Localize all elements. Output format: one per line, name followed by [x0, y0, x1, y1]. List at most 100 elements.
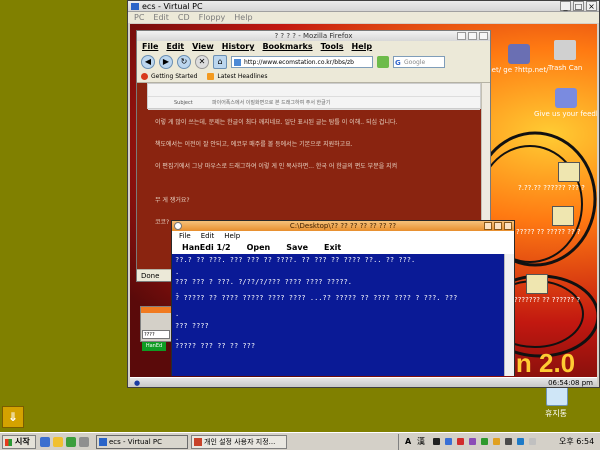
text-line: . — [175, 268, 180, 276]
hanedi-scrollbar[interactable] — [504, 254, 514, 376]
recycle-bin-icon[interactable] — [546, 386, 568, 406]
text-line: ??? ???? — [175, 322, 209, 330]
rss-icon — [207, 73, 215, 80]
ff-menu-edit[interactable]: Edit — [166, 41, 184, 53]
back-arrow-icon[interactable]: ◀ — [141, 55, 155, 69]
bluetooth-icon[interactable] — [517, 438, 524, 445]
ff-minimize-button[interactable] — [457, 32, 466, 40]
he-maximize-button[interactable] — [494, 222, 502, 230]
feedback-icon[interactable] — [555, 88, 577, 108]
desktop-quicklaunch-icon[interactable] — [79, 437, 89, 447]
firefox-title: ? ? ? ? - Mozilla Firefox — [274, 32, 353, 40]
text-line: . — [175, 334, 180, 342]
input-language[interactable]: A — [405, 434, 411, 450]
start-label: 시작 — [15, 437, 30, 446]
hanedi-titlebar[interactable]: C:\Desktop\?? ?? ?? ?? ?? ?? ?? — [172, 221, 514, 231]
recycle-bin-label: 휴지통 — [544, 409, 568, 418]
post-paragraph: 책도에서는 이전이 잘 안되고, 에코부 매주를 볼 등에서는 기본으로 지원하… — [155, 141, 353, 148]
ff-close-button[interactable] — [479, 32, 488, 40]
close-button[interactable]: × — [586, 1, 597, 11]
expand-arrow-icon[interactable]: ⇓ — [2, 406, 24, 428]
open-button[interactable]: Open — [247, 242, 271, 254]
shield-icon[interactable] — [493, 438, 500, 445]
text-line: . — [175, 310, 180, 318]
reload-icon[interactable]: ↻ — [177, 55, 191, 69]
address-text: http://www.ecomstation.co.kr/bbs/zb — [244, 59, 354, 66]
ff-menu-help[interactable]: Help — [352, 41, 373, 53]
network-icon[interactable] — [445, 438, 452, 445]
task-personalize[interactable]: 개인 설정 사용자 지정... — [191, 435, 287, 449]
firefox-titlebar[interactable]: ? ? ? ? - Mozilla Firefox — [137, 31, 490, 41]
menu-edit[interactable]: Edit — [153, 12, 169, 23]
guest-clock: 06:54:08 pm — [548, 379, 593, 387]
save-button[interactable]: Save — [286, 242, 308, 254]
form-row-subject: Subject 파이어폭스에서 이질화면으로 본 드래그하여 주서 한글기 — [148, 97, 480, 110]
ime-icon[interactable] — [433, 438, 440, 445]
windows-logo-icon — [5, 439, 12, 446]
home-icon[interactable]: ⌂ — [213, 55, 227, 69]
go-button[interactable] — [377, 56, 389, 68]
hanedi-tag[interactable]: HanEd — [142, 342, 166, 351]
ie-quicklaunch-icon[interactable] — [40, 437, 50, 447]
text-line: ? ????? ?? ???? ????? ???? ???? ...?? ??… — [175, 294, 458, 302]
he-menu-file[interactable]: File — [179, 231, 191, 242]
app-tray-icon[interactable] — [469, 438, 476, 445]
feedback-label: Give us your feedback ! — [534, 110, 597, 118]
hanedi-text-area[interactable]: ??.? ?? ???. ??? ??? ?? ????. ?? ??? ?? … — [172, 254, 505, 376]
mini-combo-box[interactable]: ???? — [142, 330, 170, 339]
guest-taskbar: ● 06:54:08 pm — [130, 377, 597, 387]
he-close-button[interactable] — [504, 222, 512, 230]
firefox-bookmark-icon — [141, 73, 148, 80]
document-label-1: ?.??.?? ?????? ??? ? — [518, 184, 585, 192]
guest-start-icon[interactable]: ● — [134, 378, 140, 387]
menu-pc[interactable]: PC — [134, 12, 144, 23]
hanja-toggle[interactable]: 漢 — [417, 434, 425, 450]
ff-menu-history[interactable]: History — [222, 41, 255, 53]
google-icon: G — [395, 59, 401, 67]
start-button[interactable]: 시작 — [2, 435, 36, 449]
exit-button[interactable]: Exit — [324, 242, 341, 254]
document-icon-2[interactable] — [552, 206, 574, 226]
media-quicklaunch-icon[interactable] — [66, 437, 76, 447]
trash-can-icon[interactable] — [554, 40, 576, 60]
maximize-button[interactable]: □ — [573, 1, 584, 11]
menu-help[interactable]: Help — [234, 12, 252, 23]
task-label: 개인 설정 사용자 지정... — [204, 438, 276, 446]
bookmark-getting-started[interactable]: Getting Started — [141, 71, 197, 82]
he-minimize-button[interactable] — [484, 222, 492, 230]
address-bar[interactable]: http://www.ecomstation.co.kr/bbs/zb — [231, 56, 373, 68]
stop-icon[interactable]: ✕ — [195, 55, 209, 69]
he-menu-edit[interactable]: Edit — [201, 231, 215, 242]
ff-menu-tools[interactable]: Tools — [321, 41, 344, 53]
security-icon[interactable] — [457, 438, 464, 445]
host-taskbar: 시작 ecs - Virtual PC 개인 설정 사용자 지정... A 漢 … — [0, 432, 600, 450]
ff-maximize-button[interactable] — [468, 32, 477, 40]
minimize-button[interactable]: _ — [560, 1, 571, 11]
url-shortcut-icon[interactable] — [508, 44, 530, 64]
task-virtual-pc[interactable]: ecs - Virtual PC — [96, 435, 188, 449]
vpc-titlebar[interactable]: ecs - Virtual PC _ □ × — [128, 1, 599, 12]
post-form: Subject 파이어폭스에서 이질화면으로 본 드래그하여 주서 한글기 — [147, 83, 481, 110]
folder-quicklaunch-icon[interactable] — [53, 437, 63, 447]
document-label-3: ??????? ?? ?????? ? — [514, 296, 581, 304]
document-icon-1[interactable] — [558, 162, 580, 182]
document-label-2: ????? ?? ????? ?? ? — [516, 228, 581, 236]
document-icon-3[interactable] — [526, 274, 548, 294]
usb-icon[interactable] — [529, 438, 536, 445]
hanedi-title: C:\Desktop\?? ?? ?? ?? ?? ?? ?? — [289, 222, 397, 230]
menu-floppy[interactable]: Floppy — [199, 12, 226, 23]
menu-cd[interactable]: CD — [178, 12, 190, 23]
ff-menu-bookmarks[interactable]: Bookmarks — [262, 41, 312, 53]
text-line: ??? ??? ? ???. ?/??/?/??? ???? ???? ????… — [175, 278, 353, 286]
subject-label: Subject — [174, 100, 193, 106]
ff-menu-view[interactable]: View — [192, 41, 214, 53]
ff-menu-file[interactable]: File — [142, 41, 158, 53]
subject-value[interactable]: 파이어폭스에서 이질화면으로 본 드래그하여 주서 한글기 — [212, 97, 330, 109]
firefox-navbar: ◀ ▶ ↻ ✕ ⌂ http://www.ecomstation.co.kr/b… — [137, 53, 490, 71]
he-menu-help[interactable]: Help — [224, 231, 240, 242]
update-icon[interactable] — [481, 438, 488, 445]
forward-arrow-icon[interactable]: ▶ — [159, 55, 173, 69]
speaker-icon[interactable] — [505, 438, 512, 445]
bookmark-latest-headlines[interactable]: Latest Headlines — [207, 71, 267, 82]
search-input[interactable]: G Google — [393, 56, 445, 68]
